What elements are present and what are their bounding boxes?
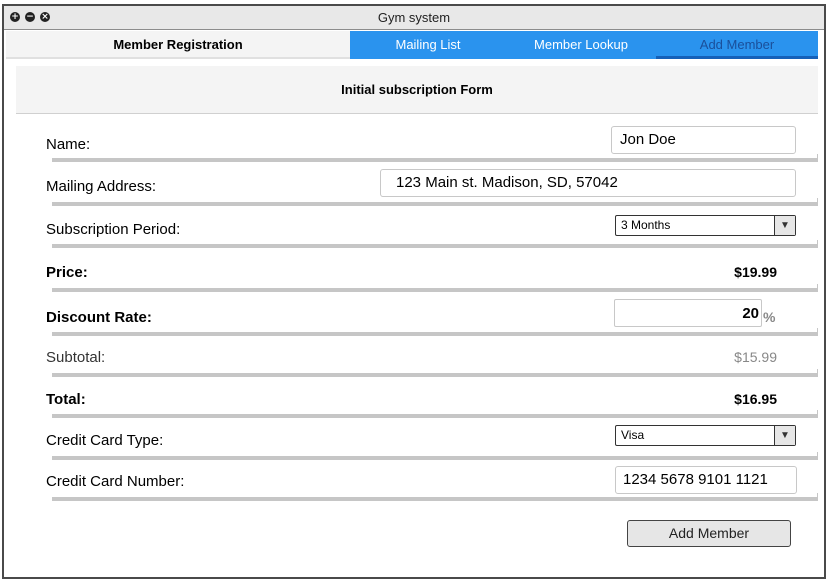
discount-rate-label: Discount Rate: [46,309,152,326]
window-title: Gym system [377,10,451,25]
credit-card-number-field[interactable]: 1234 5678 9101 1121 [615,466,797,494]
tab-member-lookup[interactable]: Member Lookup [506,31,656,59]
subtotal-label: Subtotal: [46,349,106,366]
mailing-address-label: Mailing Address: [46,178,157,195]
subscription-period-select[interactable]: 3 Months ▼ [615,215,796,236]
divider [52,410,818,418]
divider [52,452,818,460]
price-label: Price: [46,264,88,281]
name-label: Name: [46,136,91,153]
tab-member-registration[interactable]: Member Registration [6,31,350,59]
form-header: Initial subscription Form [16,66,818,114]
discount-rate-value: 20 [742,305,759,322]
add-member-button[interactable]: Add Member [627,520,791,547]
tab-mailing-list[interactable]: Mailing List [350,31,506,59]
subscription-period-label: Subscription Period: [46,221,181,238]
divider [52,284,818,292]
tab-bar: Member Registration Mailing List Member … [6,31,818,59]
divider [52,493,818,501]
credit-card-type-select[interactable]: Visa ▼ [615,425,796,446]
subtotal-value: $15.99 [734,349,777,365]
tab-add-member[interactable]: Add Member [656,31,818,59]
mailing-address-field[interactable]: 123 Main st. Madison, SD, 57042 [380,169,796,197]
name-field[interactable]: Jon Doe [611,126,796,154]
divider [52,240,818,248]
price-value: $19.99 [734,264,777,280]
credit-card-type-label: Credit Card Type: [46,432,164,449]
divider [52,154,818,162]
percent-unit: % [763,309,776,325]
credit-card-type-value: Visa [621,428,645,442]
title-bar: + − × Gym system [4,6,824,30]
chevron-down-icon[interactable]: ▼ [774,426,795,445]
credit-card-number-label: Credit Card Number: [46,473,185,490]
divider [52,328,818,336]
divider [52,198,818,206]
total-label: Total: [46,391,86,408]
chevron-down-icon[interactable]: ▼ [774,216,795,235]
discount-rate-field[interactable]: 20 [614,299,762,327]
total-value: $16.95 [734,391,777,407]
divider [52,369,818,377]
subscription-period-value: 3 Months [621,218,671,232]
